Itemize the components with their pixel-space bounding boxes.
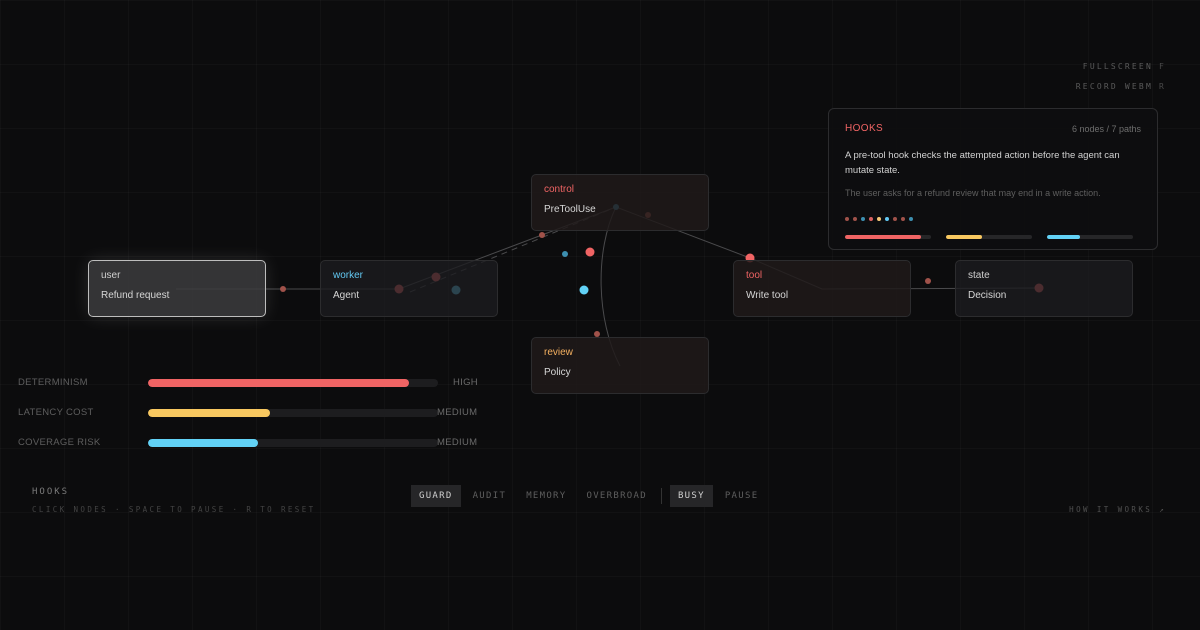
metric-level: MEDIUM (437, 437, 478, 448)
panel-bar (946, 235, 1032, 239)
path-dot (845, 217, 849, 221)
record-webm-key: R (1158, 82, 1166, 91)
node-review[interactable]: review Policy (531, 337, 709, 394)
keyboard-hint: CLICK NODES · SPACE TO PAUSE · R TO RESE… (32, 505, 316, 514)
node-user-kind: user (101, 270, 121, 281)
metric-coverage-risk: COVERAGE RISK MEDIUM (18, 437, 488, 451)
metric-track (148, 379, 438, 387)
mode-bar: GUARD AUDIT MEMORY OVERBROAD BUSY PAUSE (411, 485, 770, 507)
metric-fill (148, 409, 270, 417)
panel-description: A pre-tool hook checks the attempted act… (845, 150, 1120, 176)
node-state-kind: state (968, 270, 990, 281)
panel-bar (1047, 235, 1133, 239)
node-user[interactable]: user Refund request (88, 260, 266, 317)
node-review-kind: review (544, 347, 573, 358)
panel-bar-fill (946, 235, 983, 239)
mode-memory[interactable]: MEMORY (518, 485, 574, 507)
metric-label: LATENCY COST (18, 407, 94, 418)
fullscreen-shortcut[interactable]: FULLSCREEN F (1083, 62, 1166, 71)
metric-level: HIGH (453, 377, 478, 388)
record-webm-shortcut[interactable]: RECORD WEBM R (1076, 82, 1166, 91)
node-worker-title: Agent (333, 290, 360, 301)
metric-track (148, 409, 438, 417)
path-dot (901, 217, 905, 221)
node-review-title: Policy (544, 367, 571, 378)
path-dot (861, 217, 865, 221)
metric-track (148, 439, 438, 447)
node-state-title: Decision (968, 290, 1007, 301)
path-dot (893, 217, 897, 221)
node-tool[interactable]: tool Write tool (733, 260, 911, 317)
panel-subtext: The user asks for a refund review that m… (845, 188, 1101, 198)
panel-bars (845, 235, 1133, 239)
mode-divider (660, 488, 662, 504)
particle (579, 285, 589, 295)
fullscreen-label: FULLSCREEN (1082, 62, 1153, 71)
metric-determinism: DETERMINISM HIGH (18, 377, 488, 391)
panel-path-dots (845, 217, 913, 221)
info-panel: HOOKS 6 nodes / 7 paths A pre-tool hook … (828, 108, 1158, 250)
record-webm-label: RECORD WEBM (1075, 82, 1153, 91)
mode-audit[interactable]: AUDIT (465, 485, 515, 507)
panel-bar (845, 235, 931, 239)
node-control-title: PreToolUse (544, 204, 596, 215)
metric-level: MEDIUM (437, 407, 478, 418)
toggle-pause[interactable]: PAUSE (717, 485, 767, 507)
how-it-works-link[interactable]: HOW IT WORKS ↗ (1069, 505, 1166, 514)
node-control[interactable]: control PreToolUse (531, 174, 709, 231)
node-worker-kind: worker (333, 270, 364, 281)
path-dot (885, 217, 889, 221)
panel-bar-fill (1047, 235, 1080, 239)
brand-title: HOOKS (32, 487, 70, 497)
metric-label: DETERMINISM (18, 377, 88, 388)
toggle-busy[interactable]: BUSY (669, 485, 713, 507)
metric-fill (148, 439, 259, 447)
panel-bar-fill (845, 235, 921, 239)
mode-guard[interactable]: GUARD (411, 485, 461, 507)
particle (562, 251, 568, 257)
particle (585, 247, 595, 257)
path-dot (909, 217, 913, 221)
panel-meta: 6 nodes / 7 paths (1071, 124, 1141, 134)
node-tool-kind: tool (746, 270, 763, 281)
path-dot (853, 217, 857, 221)
particle (539, 232, 545, 238)
path-dot (869, 217, 873, 221)
node-control-kind: control (544, 184, 575, 195)
particle (280, 286, 286, 292)
node-tool-title: Write tool (746, 290, 789, 301)
metric-label: COVERAGE RISK (18, 437, 101, 448)
particle (925, 278, 931, 284)
fullscreen-key: F (1158, 62, 1166, 71)
node-worker[interactable]: worker Agent (320, 260, 498, 317)
metric-latency-cost: LATENCY COST MEDIUM (18, 407, 488, 421)
node-state[interactable]: state Decision (955, 260, 1133, 317)
node-user-title: Refund request (101, 290, 170, 301)
path-dot (877, 217, 881, 221)
mode-overbroad[interactable]: OVERBROAD (579, 485, 655, 507)
metric-fill (148, 379, 409, 387)
